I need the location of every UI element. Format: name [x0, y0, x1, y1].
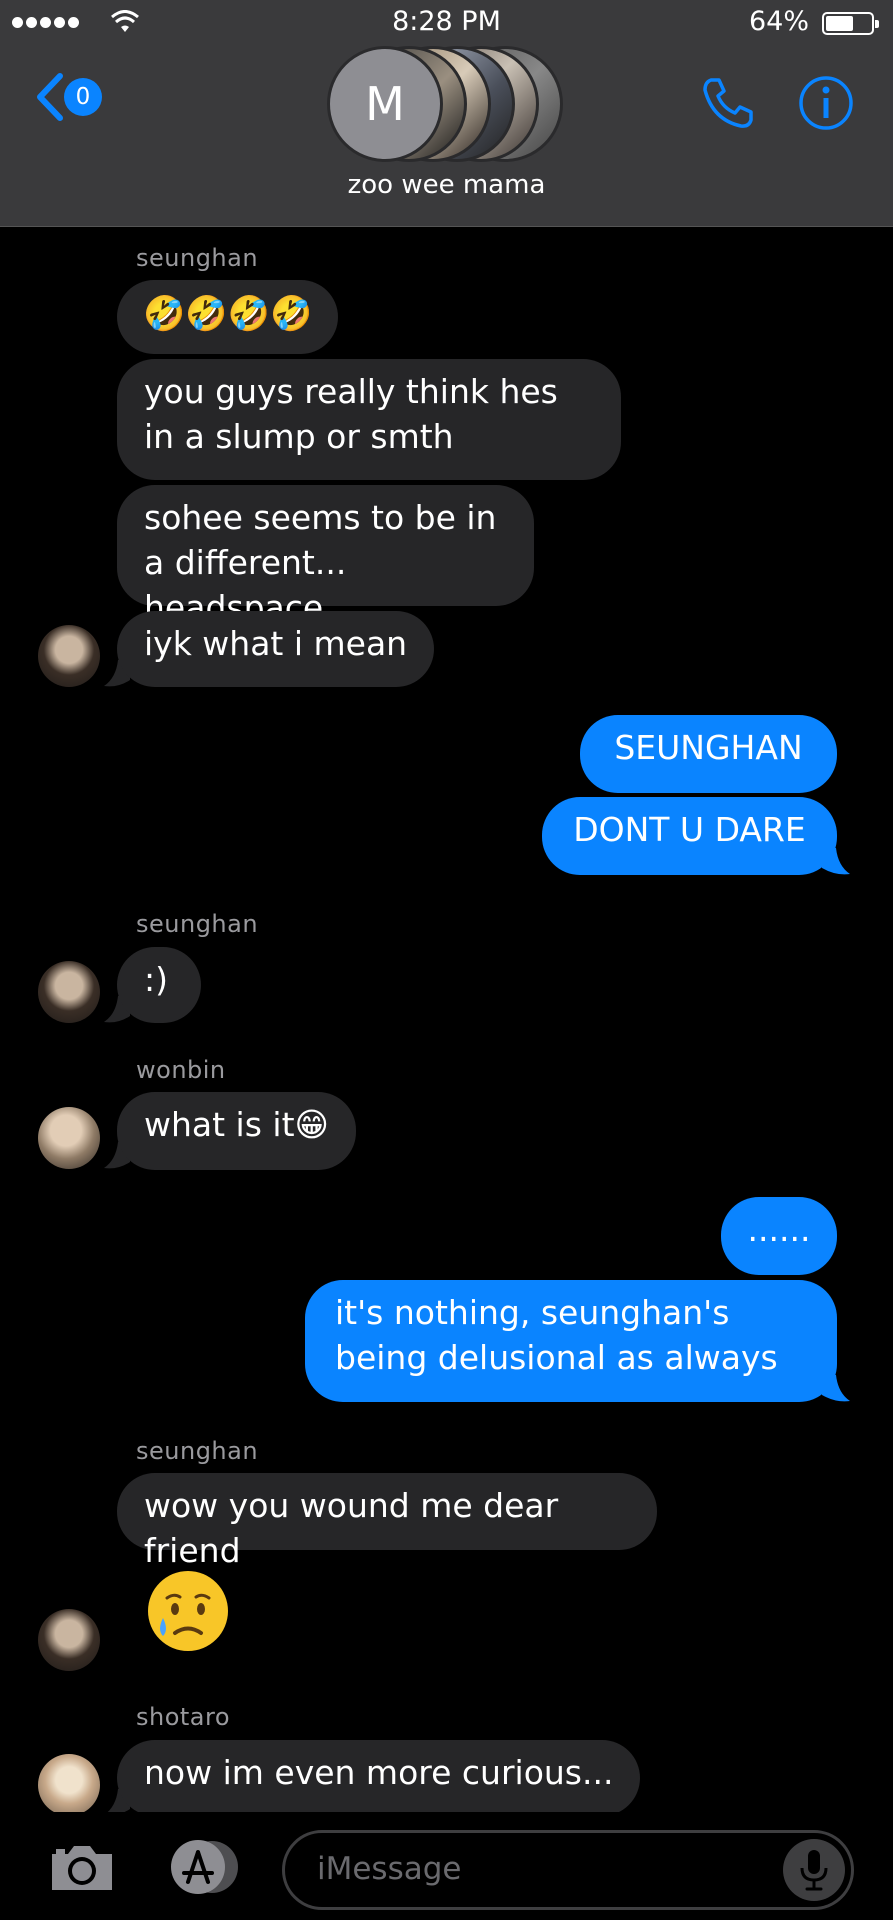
camera-icon[interactable]: [48, 1840, 116, 1894]
battery-icon: [822, 12, 879, 35]
phone-icon[interactable]: [699, 74, 757, 132]
group-avatar-stack[interactable]: M: [327, 46, 563, 162]
sender-name: wonbin: [136, 1056, 226, 1084]
avatar-shotaro[interactable]: [38, 1754, 100, 1816]
message-bubble-outgoing[interactable]: DONT U DARE: [542, 797, 837, 875]
message-bubble-incoming[interactable]: now im even more curious...: [117, 1740, 641, 1816]
bubble-tail: [822, 848, 850, 875]
message-bubble-incoming[interactable]: sohee seems to be in a different... head…: [117, 485, 534, 627]
message-bubble-incoming[interactable]: :): [117, 947, 201, 1023]
group-avatar-initial: M: [327, 46, 443, 162]
sender-name: seunghan: [136, 910, 259, 938]
message-bubble-outgoing[interactable]: ......: [721, 1197, 837, 1275]
back-button[interactable]: 0: [34, 72, 102, 122]
microphone-icon: [800, 1850, 828, 1891]
message-bubble-incoming[interactable]: iyk what i mean: [117, 611, 435, 687]
group-name[interactable]: zoo wee mama: [0, 170, 893, 200]
message-bubble-incoming[interactable]: 🤣🤣🤣🤣: [117, 280, 339, 354]
conversation-header: 0 M zoo wee mama: [0, 46, 893, 227]
status-bar: 8:28 PM 64%: [0, 0, 893, 46]
message-bubble-incoming[interactable]: you guys really think hes in a slump or …: [117, 359, 621, 480]
avatar-seunghan[interactable]: [38, 1609, 100, 1671]
avatar-seunghan[interactable]: [38, 961, 100, 1023]
sender-name: seunghan: [136, 1437, 259, 1465]
microphone-button[interactable]: [783, 1839, 845, 1901]
sender-name: shotaro: [136, 1703, 231, 1731]
avatar-wonbin[interactable]: [38, 1107, 100, 1169]
back-chevron-icon: [37, 73, 63, 121]
bubble-tail: [822, 1375, 850, 1402]
crying-face-emoji[interactable]: [145, 1568, 231, 1654]
app-store-icon[interactable]: [162, 1838, 246, 1896]
battery-percent: 64%: [748, 6, 809, 37]
message-input-bar: iMessage: [0, 1812, 893, 1920]
avatar-seunghan[interactable]: [38, 625, 100, 687]
unread-badge: 0: [64, 78, 102, 116]
message-bubble-incoming[interactable]: what is it😁: [117, 1092, 356, 1170]
message-bubble-outgoing[interactable]: it's nothing, seunghan's being delusiona…: [305, 1280, 837, 1402]
sender-name: seunghan: [136, 244, 259, 272]
info-icon[interactable]: [797, 74, 855, 132]
message-bubble-incoming[interactable]: wow you wound me dear friend: [117, 1473, 657, 1570]
imessage-input[interactable]: iMessage: [282, 1830, 854, 1910]
message-bubble-outgoing[interactable]: SEUNGHAN: [580, 715, 837, 793]
input-placeholder: iMessage: [317, 1851, 462, 1887]
